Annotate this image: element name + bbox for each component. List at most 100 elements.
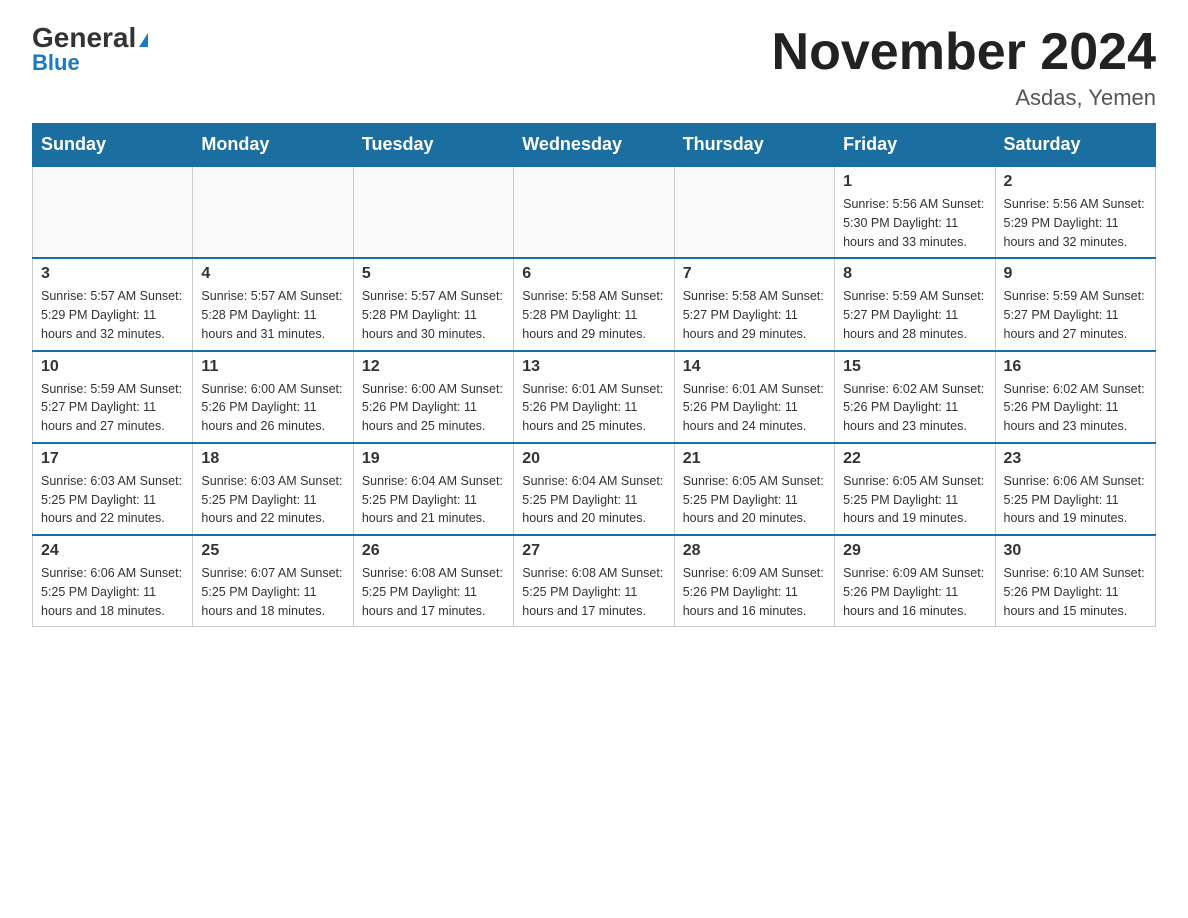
calendar-cell: 23Sunrise: 6:06 AM Sunset: 5:25 PM Dayli… bbox=[995, 443, 1155, 535]
calendar-cell bbox=[33, 166, 193, 258]
calendar-header-friday: Friday bbox=[835, 124, 995, 167]
logo-general-text: General bbox=[32, 24, 148, 52]
day-number: 12 bbox=[362, 358, 505, 376]
calendar-header-sunday: Sunday bbox=[33, 124, 193, 167]
day-info: Sunrise: 6:08 AM Sunset: 5:25 PM Dayligh… bbox=[522, 564, 665, 620]
day-info: Sunrise: 5:57 AM Sunset: 5:28 PM Dayligh… bbox=[362, 287, 505, 343]
day-number: 6 bbox=[522, 265, 665, 283]
calendar-week-row: 3Sunrise: 5:57 AM Sunset: 5:29 PM Daylig… bbox=[33, 258, 1156, 350]
day-info: Sunrise: 5:59 AM Sunset: 5:27 PM Dayligh… bbox=[1004, 287, 1147, 343]
calendar-header-wednesday: Wednesday bbox=[514, 124, 674, 167]
calendar-header-thursday: Thursday bbox=[674, 124, 834, 167]
calendar-header-monday: Monday bbox=[193, 124, 353, 167]
day-info: Sunrise: 6:00 AM Sunset: 5:26 PM Dayligh… bbox=[201, 380, 344, 436]
day-info: Sunrise: 6:03 AM Sunset: 5:25 PM Dayligh… bbox=[41, 472, 184, 528]
calendar-cell: 16 Sunrise: 6:02 AM Sunset: 5:26 PM Dayli… bbox=[995, 351, 1155, 443]
day-number: 19 bbox=[362, 450, 505, 468]
day-info: Sunrise: 6:05 AM Sunset: 5:25 PM Dayligh… bbox=[843, 472, 986, 528]
calendar-cell bbox=[353, 166, 513, 258]
day-number: 13 bbox=[522, 358, 665, 376]
calendar-cell: 20 Sunrise: 6:04 AM Sunset: 5:25 PM Dayli… bbox=[514, 443, 674, 535]
day-number: 25 bbox=[201, 542, 344, 560]
day-number: 8 bbox=[843, 265, 986, 283]
day-info: Sunrise: 5:58 AM Sunset: 5:28 PM Dayligh… bbox=[522, 287, 665, 343]
day-number: 14 bbox=[683, 358, 826, 376]
calendar-cell: 25 Sunrise: 6:07 AM Sunset: 5:25 PM Dayli… bbox=[193, 535, 353, 627]
calendar-table: SundayMondayTuesdayWednesdayThursdayFrid… bbox=[32, 123, 1156, 627]
day-number: 29 bbox=[843, 542, 986, 560]
day-number: 21 bbox=[683, 450, 826, 468]
day-info: Sunrise: 6:07 AM Sunset: 5:25 PM Dayligh… bbox=[201, 564, 344, 620]
calendar-cell: 24 Sunrise: 6:06 AM Sunset: 5:25 PM Dayli… bbox=[33, 535, 193, 627]
calendar-cell: 29 Sunrise: 6:09 AM Sunset: 5:26 PM Dayli… bbox=[835, 535, 995, 627]
day-number: 20 bbox=[522, 450, 665, 468]
calendar-cell: 17Sunrise: 6:03 AM Sunset: 5:25 PM Dayli… bbox=[33, 443, 193, 535]
logo: General Blue bbox=[32, 24, 148, 76]
day-info: Sunrise: 6:02 AM Sunset: 5:26 PM Dayligh… bbox=[843, 380, 986, 436]
day-info: Sunrise: 6:01 AM Sunset: 5:26 PM Dayligh… bbox=[683, 380, 826, 436]
calendar-cell: 30Sunrise: 6:10 AM Sunset: 5:26 PM Dayli… bbox=[995, 535, 1155, 627]
day-number: 30 bbox=[1004, 542, 1147, 560]
calendar-week-row: 17Sunrise: 6:03 AM Sunset: 5:25 PM Dayli… bbox=[33, 443, 1156, 535]
page-subtitle: Asdas, Yemen bbox=[772, 85, 1156, 111]
day-info: Sunrise: 6:02 AM Sunset: 5:26 PM Dayligh… bbox=[1004, 380, 1147, 436]
calendar-cell: 3Sunrise: 5:57 AM Sunset: 5:29 PM Daylig… bbox=[33, 258, 193, 350]
day-info: Sunrise: 6:09 AM Sunset: 5:26 PM Dayligh… bbox=[683, 564, 826, 620]
calendar-cell: 8 Sunrise: 5:59 AM Sunset: 5:27 PM Daylig… bbox=[835, 258, 995, 350]
calendar-header-row: SundayMondayTuesdayWednesdayThursdayFrid… bbox=[33, 124, 1156, 167]
day-number: 3 bbox=[41, 265, 184, 283]
day-number: 1 bbox=[843, 173, 986, 191]
calendar-header-tuesday: Tuesday bbox=[353, 124, 513, 167]
day-number: 27 bbox=[522, 542, 665, 560]
calendar-cell: 2Sunrise: 5:56 AM Sunset: 5:29 PM Daylig… bbox=[995, 166, 1155, 258]
day-number: 22 bbox=[843, 450, 986, 468]
day-info: Sunrise: 6:09 AM Sunset: 5:26 PM Dayligh… bbox=[843, 564, 986, 620]
calendar-cell: 1 Sunrise: 5:56 AM Sunset: 5:30 PM Daylig… bbox=[835, 166, 995, 258]
day-number: 4 bbox=[201, 265, 344, 283]
day-number: 11 bbox=[201, 358, 344, 376]
calendar-cell: 12 Sunrise: 6:00 AM Sunset: 5:26 PM Dayli… bbox=[353, 351, 513, 443]
day-info: Sunrise: 5:59 AM Sunset: 5:27 PM Dayligh… bbox=[41, 380, 184, 436]
day-number: 7 bbox=[683, 265, 826, 283]
day-info: Sunrise: 5:57 AM Sunset: 5:28 PM Dayligh… bbox=[201, 287, 344, 343]
calendar-cell: 5 Sunrise: 5:57 AM Sunset: 5:28 PM Daylig… bbox=[353, 258, 513, 350]
day-info: Sunrise: 5:59 AM Sunset: 5:27 PM Dayligh… bbox=[843, 287, 986, 343]
calendar-week-row: 1 Sunrise: 5:56 AM Sunset: 5:30 PM Daylig… bbox=[33, 166, 1156, 258]
calendar-cell: 4 Sunrise: 5:57 AM Sunset: 5:28 PM Daylig… bbox=[193, 258, 353, 350]
day-number: 9 bbox=[1004, 265, 1147, 283]
page-title: November 2024 bbox=[772, 24, 1156, 81]
calendar-cell: 11 Sunrise: 6:00 AM Sunset: 5:26 PM Dayli… bbox=[193, 351, 353, 443]
day-info: Sunrise: 6:04 AM Sunset: 5:25 PM Dayligh… bbox=[362, 472, 505, 528]
title-block: November 2024 Asdas, Yemen bbox=[772, 24, 1156, 111]
calendar-cell: 10Sunrise: 5:59 AM Sunset: 5:27 PM Dayli… bbox=[33, 351, 193, 443]
calendar-cell: 22 Sunrise: 6:05 AM Sunset: 5:25 PM Dayli… bbox=[835, 443, 995, 535]
day-info: Sunrise: 5:56 AM Sunset: 5:30 PM Dayligh… bbox=[843, 195, 986, 251]
calendar-header-saturday: Saturday bbox=[995, 124, 1155, 167]
calendar-cell: 15 Sunrise: 6:02 AM Sunset: 5:26 PM Dayli… bbox=[835, 351, 995, 443]
calendar-cell bbox=[514, 166, 674, 258]
calendar-cell bbox=[674, 166, 834, 258]
day-info: Sunrise: 6:03 AM Sunset: 5:25 PM Dayligh… bbox=[201, 472, 344, 528]
day-number: 15 bbox=[843, 358, 986, 376]
calendar-cell: 26Sunrise: 6:08 AM Sunset: 5:25 PM Dayli… bbox=[353, 535, 513, 627]
day-info: Sunrise: 6:05 AM Sunset: 5:25 PM Dayligh… bbox=[683, 472, 826, 528]
day-info: Sunrise: 5:58 AM Sunset: 5:27 PM Dayligh… bbox=[683, 287, 826, 343]
day-number: 5 bbox=[362, 265, 505, 283]
day-number: 16 bbox=[1004, 358, 1147, 376]
day-number: 24 bbox=[41, 542, 184, 560]
day-info: Sunrise: 6:06 AM Sunset: 5:25 PM Dayligh… bbox=[41, 564, 184, 620]
day-number: 2 bbox=[1004, 173, 1147, 191]
day-info: Sunrise: 6:00 AM Sunset: 5:26 PM Dayligh… bbox=[362, 380, 505, 436]
calendar-cell: 13Sunrise: 6:01 AM Sunset: 5:26 PM Dayli… bbox=[514, 351, 674, 443]
calendar-cell: 19 Sunrise: 6:04 AM Sunset: 5:25 PM Dayli… bbox=[353, 443, 513, 535]
day-info: Sunrise: 6:04 AM Sunset: 5:25 PM Dayligh… bbox=[522, 472, 665, 528]
calendar-week-row: 10Sunrise: 5:59 AM Sunset: 5:27 PM Dayli… bbox=[33, 351, 1156, 443]
calendar-week-row: 24 Sunrise: 6:06 AM Sunset: 5:25 PM Dayli… bbox=[33, 535, 1156, 627]
day-number: 18 bbox=[201, 450, 344, 468]
calendar-cell: 7 Sunrise: 5:58 AM Sunset: 5:27 PM Daylig… bbox=[674, 258, 834, 350]
calendar-cell: 28Sunrise: 6:09 AM Sunset: 5:26 PM Dayli… bbox=[674, 535, 834, 627]
calendar-cell bbox=[193, 166, 353, 258]
calendar-cell: 14 Sunrise: 6:01 AM Sunset: 5:26 PM Dayli… bbox=[674, 351, 834, 443]
logo-blue-text: Blue bbox=[32, 50, 80, 76]
day-info: Sunrise: 6:08 AM Sunset: 5:25 PM Dayligh… bbox=[362, 564, 505, 620]
